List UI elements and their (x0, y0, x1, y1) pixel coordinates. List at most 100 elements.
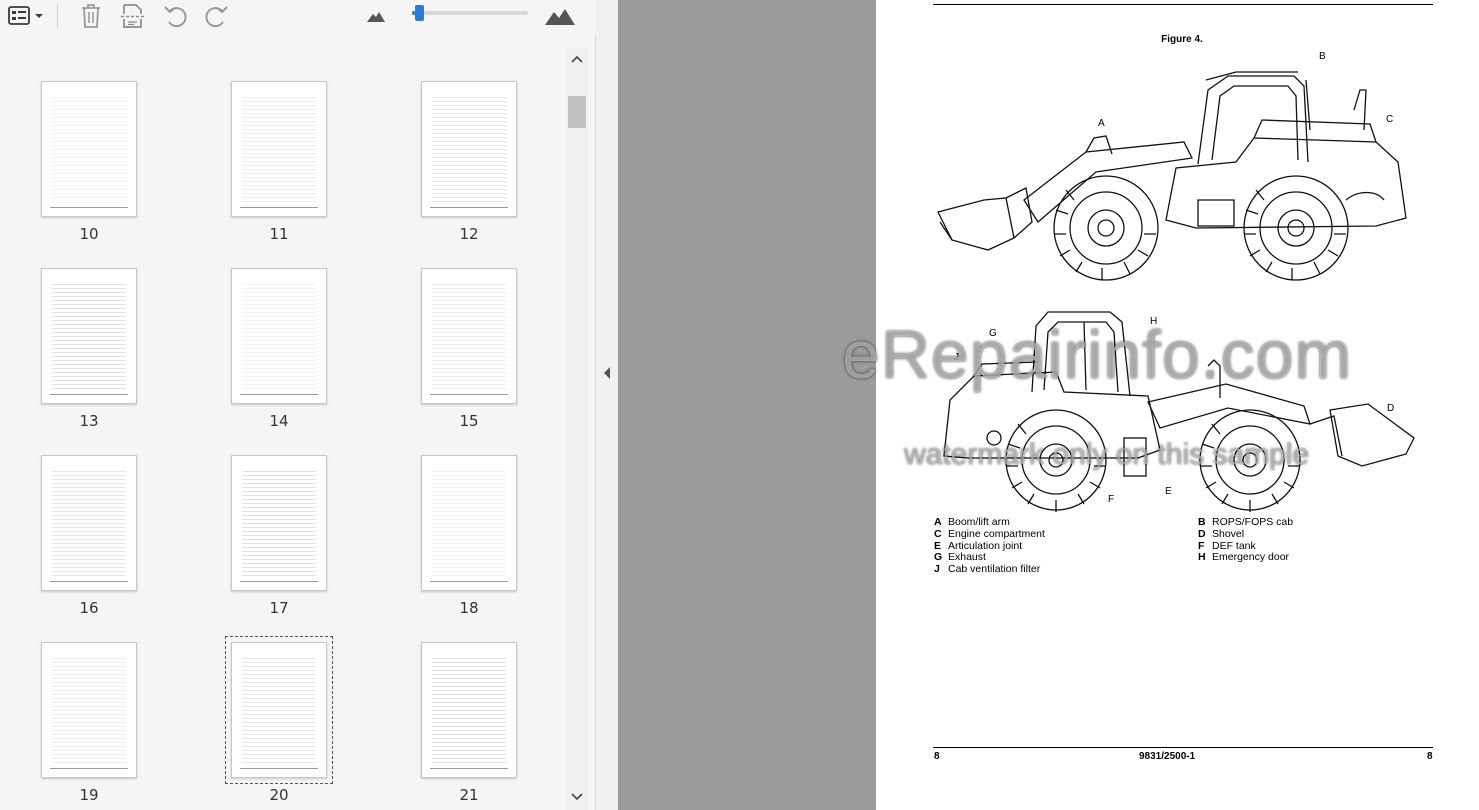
scroll-down-button[interactable] (566, 786, 588, 808)
legend-item-d: D Shovel (1198, 528, 1245, 540)
loader-side-view-illustration (937, 71, 1407, 281)
thumbnail-page-number: 21 (459, 786, 479, 804)
legend-item-j: J Cab ventilation filter (934, 563, 1041, 575)
page-thumbnail[interactable] (231, 455, 327, 591)
callout-b: B (1319, 51, 1326, 62)
page-thumbnail[interactable] (421, 81, 517, 217)
thumbnail-list-icon (8, 6, 43, 25)
thumbnail-preview (432, 468, 506, 576)
thumbnail-grid[interactable]: 10 11 12 13 14 15 16 17 18 19 20 21 (0, 34, 566, 810)
legend-item-c: C Engine compartment (934, 528, 1045, 540)
page-thumbnail[interactable] (41, 81, 137, 217)
thumbnail-page-number: 20 (269, 786, 289, 804)
page-thumbnail[interactable] (421, 642, 517, 778)
thumbnail-preview (52, 94, 126, 202)
figure-caption: Figure 4. (1161, 34, 1203, 45)
watermark-subtext: watermark only on this sample (904, 438, 1310, 471)
thumbnail-page-number: 19 (79, 786, 99, 804)
page-thumbnail[interactable] (41, 455, 137, 591)
thumbnail-preview (432, 655, 506, 763)
thumbnail-footer-rule (50, 394, 128, 395)
toolbar-divider (57, 4, 58, 28)
mountain-large-icon (545, 9, 575, 25)
page-thumbnail[interactable] (421, 268, 517, 404)
pdf-viewer-window: 10 11 12 13 14 15 16 17 18 19 20 21 Figure (0, 0, 1479, 810)
legend-item-g: G Exhaust (934, 551, 986, 563)
extract-page-button[interactable] (118, 2, 148, 30)
delete-page-button[interactable] (76, 2, 106, 30)
legend-item-b: B ROPS/FOPS cab (1198, 516, 1294, 528)
zoom-slider-handle[interactable] (415, 5, 425, 21)
thumbnail-preview (52, 655, 126, 763)
collapse-pane-button[interactable] (601, 364, 613, 387)
page-thumbnail[interactable] (231, 268, 327, 404)
zoom-out-button[interactable] (364, 2, 388, 30)
thumbnail-preview (432, 94, 506, 202)
thumbnail-preview (52, 281, 126, 389)
pane-splitter[interactable] (596, 0, 618, 810)
thumbnail-footer-rule (240, 207, 318, 208)
thumbnail-page-number: 11 (269, 225, 289, 243)
callout-a: A (1098, 118, 1105, 129)
footer-document-code: 9831/2500-1 (1139, 751, 1196, 762)
thumbnail-footer-rule (430, 207, 508, 208)
page-thumbnail[interactable] (421, 455, 517, 591)
legend-item-h: H Emergency door (1198, 551, 1290, 563)
zoom-slider-track[interactable] (412, 5, 528, 21)
watermark-text: eRepairinfo.com (842, 317, 1353, 393)
thumbnail-footer-rule (240, 768, 318, 769)
thumbnail-footer-rule (240, 394, 318, 395)
thumbnail-preview (242, 94, 316, 202)
callout-c: C (1386, 114, 1394, 125)
thumbnail-preview (432, 281, 506, 389)
rotate-right-button[interactable] (200, 2, 232, 30)
chevron-down-icon (571, 793, 583, 801)
thumbnail-page-number: 17 (269, 599, 289, 617)
footer-page-number-right: 8 (1427, 751, 1433, 762)
document-gutter (618, 0, 876, 810)
thumbnail-toolbar (0, 0, 596, 34)
view-options-button[interactable] (6, 2, 46, 30)
legend-item-a: A Boom/lift arm (934, 516, 1010, 528)
thumbnail-footer-rule (50, 581, 128, 582)
thumbnail-preview (242, 655, 316, 763)
zoom-in-button[interactable] (542, 2, 578, 30)
thumbnail-page-number: 14 (269, 412, 289, 430)
caret-left-icon (604, 367, 610, 379)
thumbnail-footer-rule (50, 768, 128, 769)
thumbnail-preview (52, 468, 126, 576)
page-top-rule (933, 4, 1433, 5)
mountain-small-icon (367, 12, 385, 22)
thumbnail-pane: 10 11 12 13 14 15 16 17 18 19 20 21 (0, 0, 596, 810)
thumbnail-page-number: 16 (79, 599, 99, 617)
thumbnail-preview (242, 281, 316, 389)
thumbnail-preview (242, 468, 316, 576)
thumbnail-page-number: 12 (459, 225, 479, 243)
thumbnail-scrollbar[interactable] (566, 48, 588, 810)
page-thumbnail[interactable] (231, 81, 327, 217)
callout-e: E (1165, 486, 1172, 497)
thumbnail-footer-rule (430, 768, 508, 769)
page-thumbnail[interactable] (41, 642, 137, 778)
rotate-left-button[interactable] (160, 2, 192, 30)
page-extract-icon (121, 4, 145, 28)
rotate-cw-icon (205, 6, 228, 28)
thumbnail-page-number: 15 (459, 412, 479, 430)
trash-icon (82, 4, 100, 28)
chevron-up-icon (571, 55, 583, 63)
thumbnail-footer-rule (50, 207, 128, 208)
thumbnail-page-number: 13 (79, 412, 99, 430)
callout-f: F (1108, 494, 1115, 505)
scroll-up-button[interactable] (566, 48, 588, 70)
document-page: Figure 4. A B C G H J D E F A Boom/lift … (876, 0, 1479, 810)
thumbnail-footer-rule (430, 581, 508, 582)
callout-d: D (1387, 403, 1395, 414)
page-bottom-rule (933, 747, 1433, 748)
rotate-ccw-icon (164, 6, 187, 28)
page-thumbnail[interactable] (41, 268, 137, 404)
page-thumbnail[interactable] (225, 636, 333, 784)
scroll-thumb[interactable] (568, 96, 586, 128)
thumbnail-page-number: 10 (79, 225, 99, 243)
thumbnail-page-number: 18 (459, 599, 479, 617)
footer-page-number-left: 8 (934, 751, 940, 762)
